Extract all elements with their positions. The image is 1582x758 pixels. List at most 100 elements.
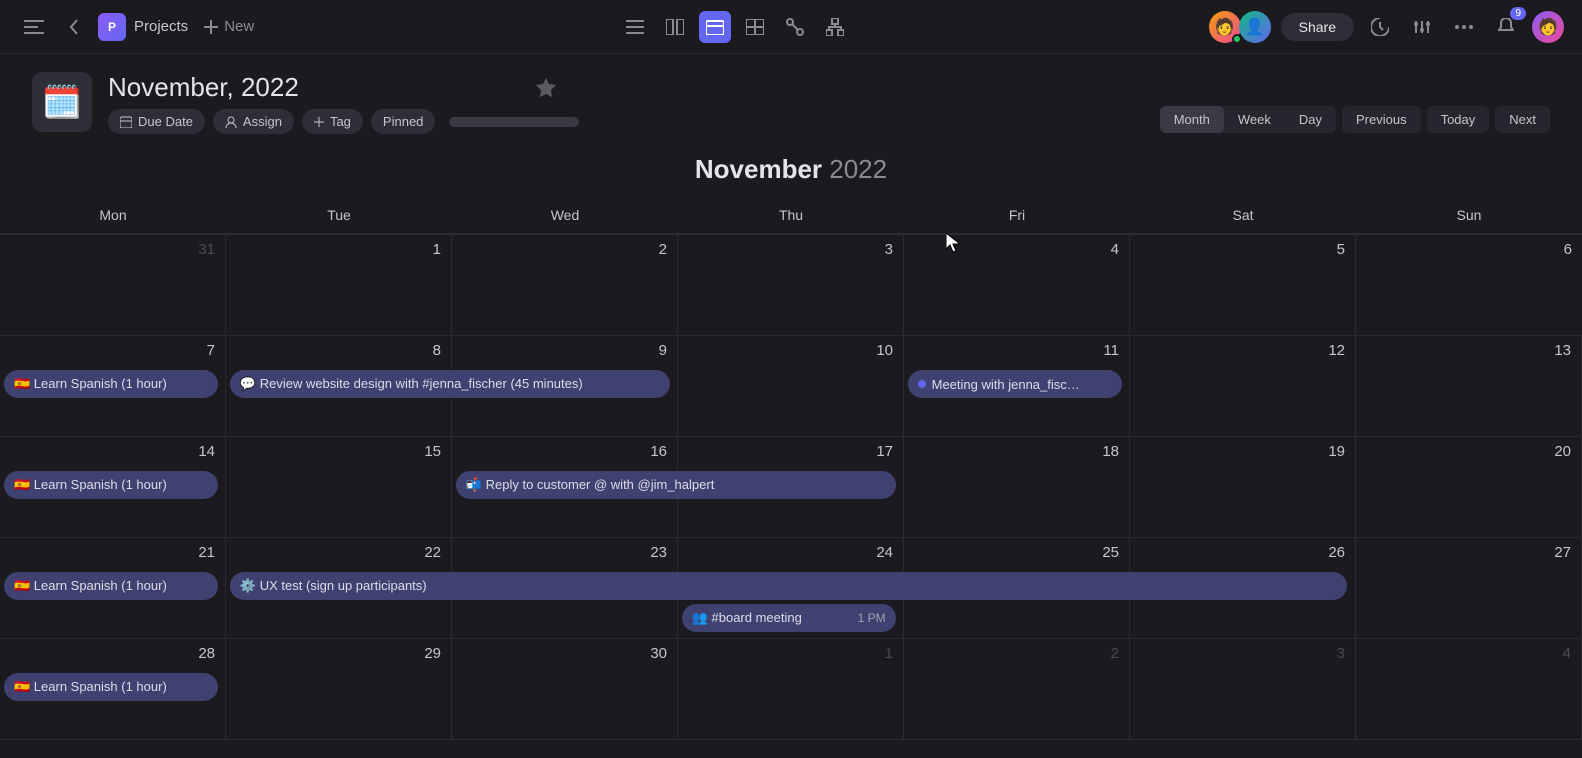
notifications-icon[interactable]: 9 [1490, 11, 1522, 43]
day-cell[interactable]: 3 [1130, 639, 1356, 739]
weekday-header: Sun [1356, 197, 1582, 234]
day-number: 11 [914, 342, 1119, 359]
day-cell[interactable]: 12 [1130, 336, 1356, 436]
day-number: 14 [10, 443, 215, 460]
day-cell[interactable]: 4 [904, 235, 1130, 335]
day-cell[interactable]: 29 [226, 639, 452, 739]
day-button[interactable]: Day [1285, 106, 1336, 133]
event-spanish[interactable]: 🇪🇸 Learn Spanish (1 hour) [4, 370, 218, 398]
day-cell[interactable]: 19 [1130, 437, 1356, 537]
property-placeholder[interactable] [449, 117, 579, 127]
projects-link[interactable]: Projects [134, 18, 188, 35]
day-number: 10 [688, 342, 893, 359]
week-button[interactable]: Week [1224, 106, 1285, 133]
list-view-icon[interactable] [619, 11, 651, 43]
today-button[interactable]: Today [1427, 106, 1490, 133]
event-ux-test[interactable]: ⚙️ UX test (sign up participants) [230, 572, 1348, 600]
day-cell[interactable]: 1 [226, 235, 452, 335]
event-spanish[interactable]: 🇪🇸 Learn Spanish (1 hour) [4, 572, 218, 600]
day-cell[interactable]: 5 [1130, 235, 1356, 335]
day-number: 15 [236, 443, 441, 460]
pinned-label: Pinned [383, 114, 423, 129]
day-number: 16 [462, 443, 667, 460]
day-number: 25 [914, 544, 1119, 561]
pinned-button[interactable]: Pinned [371, 109, 435, 134]
event-reply[interactable]: 📬 Reply to customer @ with @jim_halpert [456, 471, 896, 499]
day-number: 8 [236, 342, 441, 359]
day-cell[interactable]: 27 [1356, 538, 1582, 638]
day-number: 3 [1140, 645, 1345, 662]
page-icon[interactable]: 🗓️ [32, 72, 92, 132]
event-review[interactable]: 💬 Review website design with #jenna_fisc… [230, 370, 670, 398]
avatar-user-2[interactable]: 👤 [1239, 11, 1271, 43]
calendar-view-icon[interactable] [699, 11, 731, 43]
menu-icon[interactable] [18, 11, 50, 43]
day-number: 22 [236, 544, 441, 561]
online-indicator [1232, 34, 1242, 44]
board-view-icon[interactable] [659, 11, 691, 43]
day-number: 2 [914, 645, 1119, 662]
due-date-label: Due Date [138, 114, 193, 129]
day-cell[interactable]: 4 [1356, 639, 1582, 739]
sitemap-view-icon[interactable] [819, 11, 851, 43]
day-cell[interactable]: 13 [1356, 336, 1582, 436]
star-icon[interactable] [535, 77, 557, 99]
event-board-meeting[interactable]: 👥 #board meeting 1 PM [682, 604, 896, 632]
tag-button[interactable]: Tag [302, 109, 363, 134]
avatar-current-user[interactable]: 🧑 [1532, 11, 1564, 43]
calendar-year-value: 2022 [829, 154, 887, 184]
day-number: 20 [1366, 443, 1571, 460]
projects-badge[interactable]: P [98, 13, 126, 41]
plus-icon [314, 117, 324, 127]
month-button[interactable]: Month [1160, 106, 1224, 133]
day-cell[interactable]: 31 [0, 235, 226, 335]
event-time: 1 PM [858, 611, 886, 625]
user-icon [225, 116, 237, 128]
day-cell[interactable]: 2 [904, 639, 1130, 739]
activity-icon[interactable] [1364, 11, 1396, 43]
more-icon[interactable] [1448, 11, 1480, 43]
day-cell[interactable]: 10 [678, 336, 904, 436]
day-cell[interactable]: 30 [452, 639, 678, 739]
page-title[interactable]: November, 2022 [108, 72, 299, 103]
new-button[interactable]: New [196, 14, 262, 39]
day-number: 29 [236, 645, 441, 662]
back-icon[interactable] [58, 11, 90, 43]
settings-icon[interactable] [1406, 11, 1438, 43]
day-number: 12 [1140, 342, 1345, 359]
day-number: 3 [688, 241, 893, 258]
day-number: 9 [462, 342, 667, 359]
event-spanish[interactable]: 🇪🇸 Learn Spanish (1 hour) [4, 471, 218, 499]
day-number: 4 [914, 241, 1119, 258]
day-cell[interactable]: 1 [678, 639, 904, 739]
day-cell[interactable]: 18 [904, 437, 1130, 537]
new-label: New [224, 18, 254, 35]
day-cell[interactable]: 15 [226, 437, 452, 537]
day-number: 23 [462, 544, 667, 561]
table-view-icon[interactable] [739, 11, 771, 43]
graph-view-icon[interactable] [779, 11, 811, 43]
event-spanish[interactable]: 🇪🇸 Learn Spanish (1 hour) [4, 673, 218, 701]
weekday-header: Mon [0, 197, 226, 234]
event-color-dot [918, 380, 926, 388]
next-button[interactable]: Next [1495, 106, 1550, 133]
previous-button[interactable]: Previous [1342, 106, 1421, 133]
weekday-header: Thu [678, 197, 904, 234]
day-cell[interactable]: 20 [1356, 437, 1582, 537]
due-date-button[interactable]: Due Date [108, 109, 205, 134]
calendar-month: November [695, 154, 822, 184]
avatar-user-1[interactable]: 🧑 [1209, 11, 1241, 43]
weekday-header: Wed [452, 197, 678, 234]
day-cell[interactable]: 3 [678, 235, 904, 335]
day-number: 4 [1366, 645, 1571, 662]
day-cell[interactable]: 2 [452, 235, 678, 335]
calendar-title: November 2022 [0, 134, 1582, 197]
assign-button[interactable]: Assign [213, 109, 294, 134]
event-meeting[interactable]: Meeting with jenna_fisc… [908, 370, 1122, 398]
day-number: 1 [688, 645, 893, 662]
day-number: 1 [236, 241, 441, 258]
day-cell[interactable]: 6 [1356, 235, 1582, 335]
share-button[interactable]: Share [1281, 13, 1354, 41]
day-number: 13 [1366, 342, 1571, 359]
day-number: 27 [1366, 544, 1571, 561]
